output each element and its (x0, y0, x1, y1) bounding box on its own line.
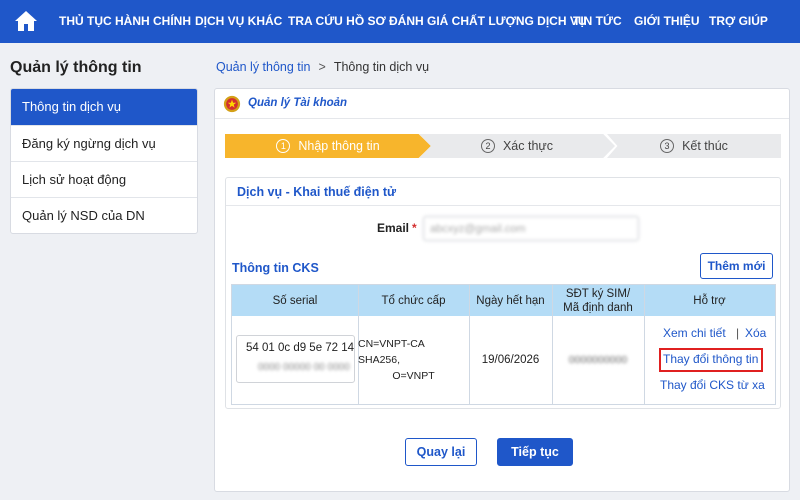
column-header-phone-line2: Mã định danh (563, 301, 633, 314)
serial-box: 54 01 0c d9 5e 72 14 0000 00000 00 0000 (236, 335, 355, 383)
step-number: 2 (480, 139, 495, 153)
expiry-cell: 19/06/2026 (481, 354, 540, 366)
breadcrumb-link[interactable]: Quản lý thông tin (216, 60, 311, 74)
step-enter-info: 1 Nhập thông tin (225, 134, 431, 158)
cks-table: Số serial Tổ chức cấp Ngày hết hạn SĐT k… (231, 284, 776, 405)
column-header-phone-line1: SĐT ký SIM/ (565, 287, 631, 300)
sidebar-menu: Thông tin dịch vụ Đăng ký ngừng dịch vụ … (10, 88, 198, 234)
link-separator: | (736, 326, 740, 340)
phone-cell: 0000000000 (552, 316, 644, 404)
step-label: Nhập thông tin (298, 139, 380, 153)
support-cell: Xem chi tiết | Xóa Thay đổi thông tin Th… (644, 316, 775, 404)
issuer-line-2: O=VNPT (392, 370, 435, 382)
national-emblem-icon (223, 95, 241, 113)
sidebar-item-activity-history[interactable]: Lịch sử hoạt động (11, 161, 197, 197)
step-finish: 3 Kết thúc (607, 134, 781, 158)
continue-button[interactable]: Tiếp tục (497, 438, 573, 466)
step-verify: 2 Xác thực (419, 134, 615, 158)
column-header-support: Hỗ trợ (693, 294, 726, 307)
cks-section-title: Thông tin CKS (232, 261, 319, 275)
step-label: Kết thúc (682, 139, 728, 153)
home-icon[interactable] (14, 9, 38, 33)
sidebar-item-service-info[interactable]: Thông tin dịch vụ (11, 89, 197, 125)
divider (226, 205, 780, 206)
column-header-expiry: Ngày hết hạn (476, 294, 545, 307)
panel-header: Quản lý Tài khoản (215, 89, 789, 119)
phone-value: 0000000000 (568, 354, 628, 366)
panel-title: Quản lý Tài khoản (248, 97, 348, 109)
breadcrumb-separator: > (318, 60, 326, 74)
step-label: Xác thực (502, 139, 554, 153)
sidebar-item-manage-users[interactable]: Quản lý NSD của DN (11, 197, 197, 233)
change-info-link[interactable]: Thay đổi thông tin (663, 352, 758, 366)
required-mark: * (412, 221, 417, 235)
back-button[interactable]: Quay lại (405, 438, 477, 466)
top-nav: THỦ TỤC HÀNH CHÍNH DỊCH VỤ KHÁC TRA CỨU … (0, 0, 800, 43)
sidebar-item-stop-service[interactable]: Đăng ký ngừng dịch vụ (11, 125, 197, 161)
nav-item-lookup-records[interactable]: TRA CỨU HỒ SƠ (288, 0, 386, 43)
delete-link[interactable]: Xóa (745, 326, 766, 340)
change-cks-remote-link[interactable]: Thay đổi CKS từ xa (660, 378, 765, 392)
view-details-link[interactable]: Xem chi tiết (663, 326, 726, 340)
breadcrumb-current: Thông tin dịch vụ (333, 60, 430, 74)
nav-item-news[interactable]: TIN TỨC (573, 0, 622, 43)
sidebar-title: Quản lý thông tin (10, 59, 142, 76)
issuer-cell: CN=VNPT-CA SHA256, O=VNPT (358, 316, 469, 404)
table-header: Số serial Tổ chức cấp Ngày hết hạn SĐT k… (232, 285, 775, 316)
breadcrumb: Quản lý thông tin > Thông tin dịch vụ (216, 60, 429, 74)
add-new-button[interactable]: Thêm mới (700, 253, 773, 279)
service-card: Dịch vụ - Khai thuế điện tử Email* Thông… (225, 177, 781, 409)
serial-line-2: 0000 00000 00 0000 (258, 362, 350, 373)
nav-item-help[interactable]: TRỢ GIÚP (709, 0, 768, 43)
email-label: Email * (377, 221, 417, 235)
nav-item-service-quality[interactable]: ĐÁNH GIÁ CHẤT LƯỢNG DỊCH VỤ (389, 0, 587, 43)
issuer-line-1: CN=VNPT-CA SHA256, (358, 338, 425, 366)
serial-line-1: 54 01 0c d9 5e 72 14 (246, 342, 355, 354)
nav-item-about[interactable]: GIỚI THIỆU (634, 0, 700, 43)
nav-item-other-services[interactable]: DỊCH VỤ KHÁC (195, 0, 282, 43)
column-header-phone: SĐT ký SIM/ Mã định danh (552, 285, 644, 316)
step-number: 3 (660, 139, 675, 153)
nav-item-administrative-procedures[interactable]: THỦ TỤC HÀNH CHÍNH (59, 0, 191, 43)
step-number: 1 (276, 139, 291, 153)
account-panel: Quản lý Tài khoản 1 Nhập thông tin 2 Xác… (214, 88, 790, 492)
section-title: Dịch vụ - Khai thuế điện tử (237, 185, 397, 199)
email-label-text: Email (377, 221, 410, 235)
column-header-serial: Số serial (272, 294, 318, 307)
column-header-issuer: Tổ chức cấp (381, 294, 446, 307)
email-field[interactable] (423, 216, 639, 241)
